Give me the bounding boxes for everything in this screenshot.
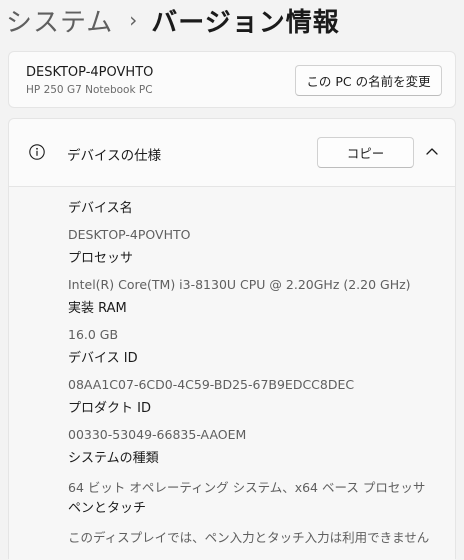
spec-item-pen-touch: ペンとタッチ このディスプレイでは、ペン入力とタッチ入力は利用できません	[68, 497, 429, 546]
spec-value: このディスプレイでは、ペン入力とタッチ入力は利用できません	[68, 530, 430, 545]
spec-label: 実装 RAM	[68, 301, 127, 316]
spec-item-device-name: デバイス名 DESKTOP-4POVHTO	[68, 197, 190, 242]
spec-item-device-id: デバイス ID 08AA1C07-6CD0-4C59-BD25-67B9EDCC…	[68, 347, 354, 392]
spec-label: ペンとタッチ	[68, 501, 147, 516]
spec-item-product-id: プロダクト ID 00330-53049-66835-AAOEM	[68, 397, 246, 442]
spec-value: 64 ビット オペレーティング システム、x64 ベース プロセッサ	[68, 480, 426, 495]
spec-label: デバイス ID	[68, 351, 138, 366]
breadcrumb-separator-icon: ›	[129, 8, 138, 32]
page-title: バージョン情報	[151, 7, 340, 38]
spec-item-ram: 実装 RAM 16.0 GB	[68, 297, 127, 342]
info-circle-icon	[29, 144, 45, 160]
spec-value: 08AA1C07-6CD0-4C59-BD25-67B9EDCC8DEC	[68, 377, 355, 392]
spec-item-processor: プロセッサ Intel(R) Core(TM) i3-8130U CPU @ 2…	[68, 247, 411, 292]
spec-label: システムの種類	[68, 451, 159, 466]
device-specs-title: デバイスの仕様	[67, 148, 162, 164]
spec-label: プロダクト ID	[68, 401, 151, 416]
spec-value: 00330-53049-66835-AAOEM	[68, 427, 247, 442]
device-name-card: DESKTOP-4POVHTO HP 250 G7 Notebook PC この…	[8, 51, 456, 108]
breadcrumb-system-link[interactable]: システム	[6, 2, 113, 39]
spec-value: DESKTOP-4POVHTO	[68, 227, 191, 242]
device-model: HP 250 G7 Notebook PC	[26, 84, 153, 96]
device-specs-card: デバイスの仕様 コピー デバイス名 DESKTOP-4POVHTO プロセッサ …	[8, 118, 456, 560]
device-specs-list: デバイス名 DESKTOP-4POVHTO プロセッサ Intel(R) Cor…	[9, 187, 455, 560]
spec-item-system-type: システムの種類 64 ビット オペレーティング システム、x64 ベース プロセ…	[68, 447, 425, 496]
spec-label: デバイス名	[68, 201, 133, 216]
device-name: DESKTOP-4POVHTO	[26, 65, 154, 80]
breadcrumb: システム › バージョン情報	[0, 0, 464, 40]
spec-value: 16.0 GB	[68, 327, 119, 342]
device-specs-header[interactable]: デバイスの仕様 コピー	[9, 119, 455, 187]
spec-label: プロセッサ	[68, 251, 134, 266]
chevron-up-icon[interactable]	[425, 146, 439, 156]
rename-pc-button[interactable]: この PC の名前を変更	[295, 65, 442, 96]
spec-value: Intel(R) Core(TM) i3-8130U CPU @ 2.20GHz…	[68, 277, 411, 292]
copy-button[interactable]: コピー	[317, 137, 414, 168]
